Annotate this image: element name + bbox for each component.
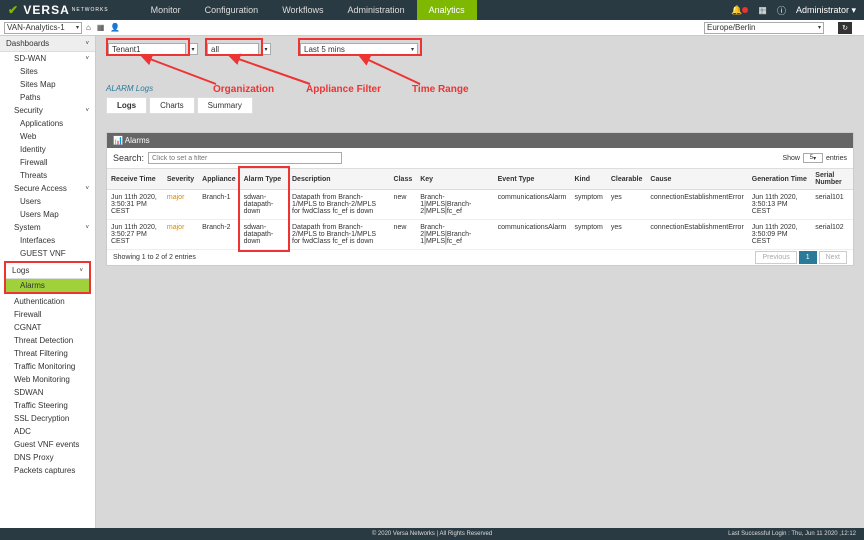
- tab-summary[interactable]: Summary: [197, 97, 253, 114]
- brand-sub: NETWORKS: [72, 7, 109, 13]
- sidebar-alarms[interactable]: Alarms: [6, 279, 89, 292]
- sidebar-guest-vnf[interactable]: GUEST VNF: [0, 247, 95, 260]
- bell-icon[interactable]: 🔔: [731, 5, 748, 16]
- alarms-card: 📊 Alarms Search: Show 5▾ entries Receive…: [106, 132, 854, 266]
- page-previous[interactable]: Previous: [755, 251, 796, 264]
- page-footer: © 2020 Versa Networks | All Rights Reser…: [0, 528, 864, 540]
- th-severity[interactable]: Severity: [163, 169, 198, 190]
- sidebar-users-map[interactable]: Users Map: [0, 208, 95, 221]
- th-appliance[interactable]: Appliance: [198, 169, 239, 190]
- sidebar-traffic-monitoring[interactable]: Traffic Monitoring: [0, 360, 95, 373]
- sidebar-firewall[interactable]: Firewall: [0, 156, 95, 169]
- context-bar: VAN-Analytics-1▾ ⌂ ▦ 👤 Europe/Berlin▾ ↻: [0, 20, 864, 36]
- arrow-appliance: [224, 52, 314, 88]
- nav-workflows[interactable]: Workflows: [270, 0, 335, 20]
- sidebar-dashboards[interactable]: Dashboards˅: [0, 36, 95, 52]
- sidebar-secure-access[interactable]: Secure Access˅: [0, 182, 95, 195]
- table-summary: Showing 1 to 2 of 2 entries: [113, 254, 196, 261]
- brand-logo: ✔ VERSA: [8, 3, 70, 17]
- th-description[interactable]: Description: [288, 169, 390, 190]
- grid-icon[interactable]: ▦: [758, 5, 767, 16]
- sidebar-threat-filtering[interactable]: Threat Filtering: [0, 347, 95, 360]
- pagination: Previous 1 Next: [755, 251, 847, 264]
- panel-tabs: Logs Charts Summary: [106, 97, 854, 114]
- sidebar-threats[interactable]: Threats: [0, 169, 95, 182]
- sidebar-security[interactable]: Security˅: [0, 104, 95, 117]
- alarms-table: Receive Time Severity Appliance Alarm Ty…: [107, 168, 853, 250]
- sidebar-cgnat[interactable]: CGNAT: [0, 321, 95, 334]
- nav-configuration[interactable]: Configuration: [193, 0, 271, 20]
- sidebar-sdwan[interactable]: SD-WAN˅: [0, 52, 95, 65]
- sidebar-threat-detection[interactable]: Threat Detection: [0, 334, 95, 347]
- region-select[interactable]: Europe/Berlin▾: [704, 22, 824, 34]
- sidebar-logs[interactable]: Logs˅: [6, 263, 89, 279]
- table-row[interactable]: Jun 11th 2020, 3:50:31 PM CESTmajorBranc…: [107, 190, 853, 220]
- card-header: 📊 Alarms: [107, 133, 853, 148]
- sidebar-sdwan-log[interactable]: SDWAN: [0, 386, 95, 399]
- topbar: ✔ VERSA NETWORKS Monitor Configuration W…: [0, 0, 864, 20]
- page-1[interactable]: 1: [799, 251, 817, 264]
- sidebar-guest-vnf-events[interactable]: Guest VNF events: [0, 438, 95, 451]
- sidebar-system[interactable]: System˅: [0, 221, 95, 234]
- info-icon[interactable]: ⓘ: [777, 4, 786, 17]
- sidebar-traffic-steering[interactable]: Traffic Steering: [0, 399, 95, 412]
- th-alarm-type[interactable]: Alarm Type: [240, 169, 288, 190]
- sidebar-users[interactable]: Users: [0, 195, 95, 208]
- sidebar-packets-captures[interactable]: Packets captures: [0, 464, 95, 477]
- th-receive-time[interactable]: Receive Time: [107, 169, 163, 190]
- nav-monitor[interactable]: Monitor: [139, 0, 193, 20]
- show-label: Show: [782, 155, 800, 162]
- sidebar-ssl-decryption[interactable]: SSL Decryption: [0, 412, 95, 425]
- refresh-button[interactable]: ↻: [838, 22, 852, 34]
- sidebar-identity[interactable]: Identity: [0, 143, 95, 156]
- th-cause[interactable]: Cause: [646, 169, 747, 190]
- sidebar-applications[interactable]: Applications: [0, 117, 95, 130]
- copyright: © 2020 Versa Networks | All Rights Reser…: [372, 531, 492, 537]
- th-event-type[interactable]: Event Type: [494, 169, 571, 190]
- sidebar-paths[interactable]: Paths: [0, 91, 95, 104]
- sidebar-sites[interactable]: Sites: [0, 65, 95, 78]
- main-content: Tenant1▾ all▾ Last 5 mins▾ Organization …: [96, 36, 864, 540]
- home-icon[interactable]: ⌂: [86, 23, 91, 32]
- arrow-org: [136, 52, 226, 88]
- sidebar-sites-map[interactable]: Sites Map: [0, 78, 95, 91]
- page-next[interactable]: Next: [819, 251, 847, 264]
- th-key[interactable]: Key: [416, 169, 493, 190]
- search-label: Search:: [113, 153, 144, 163]
- th-generation-time[interactable]: Generation Time: [748, 169, 811, 190]
- arrow-time: [354, 52, 424, 88]
- entries-label: entries: [826, 155, 847, 162]
- last-login: Last Successful Login : Thu, Jun 11 2020…: [728, 531, 856, 537]
- sidebar-dns-proxy[interactable]: DNS Proxy: [0, 451, 95, 464]
- sidebar-web-monitoring[interactable]: Web Monitoring: [0, 373, 95, 386]
- nav-administration[interactable]: Administration: [336, 0, 417, 20]
- nav-analytics[interactable]: Analytics: [417, 0, 477, 20]
- grid2-icon[interactable]: ▦: [97, 23, 105, 32]
- tab-logs[interactable]: Logs: [106, 97, 147, 114]
- topbar-right: 🔔 ▦ ⓘ Administrator ▾: [731, 4, 856, 17]
- sidebar-adc[interactable]: ADC: [0, 425, 95, 438]
- th-serial-number[interactable]: Serial Number: [811, 169, 853, 190]
- main-nav: Monitor Configuration Workflows Administ…: [139, 0, 477, 20]
- th-kind[interactable]: Kind: [570, 169, 606, 190]
- sidebar-web[interactable]: Web: [0, 130, 95, 143]
- show-select[interactable]: 5▾: [803, 153, 823, 163]
- th-class[interactable]: Class: [390, 169, 417, 190]
- sidebar: Dashboards˅ SD-WAN˅ Sites Sites Map Path…: [0, 36, 96, 540]
- sidebar-firewall-log[interactable]: Firewall: [0, 308, 95, 321]
- th-clearable[interactable]: Clearable: [607, 169, 647, 190]
- tab-charts[interactable]: Charts: [149, 97, 195, 114]
- person-icon[interactable]: 👤: [110, 23, 120, 32]
- sidebar-auth[interactable]: Authentication: [0, 295, 95, 308]
- table-row[interactable]: Jun 11th 2020, 3:50:27 PM CESTmajorBranc…: [107, 220, 853, 250]
- tenant-select[interactable]: VAN-Analytics-1▾: [4, 22, 82, 34]
- sidebar-interfaces[interactable]: Interfaces: [0, 234, 95, 247]
- search-input[interactable]: [148, 152, 342, 164]
- user-menu[interactable]: Administrator ▾: [796, 5, 856, 16]
